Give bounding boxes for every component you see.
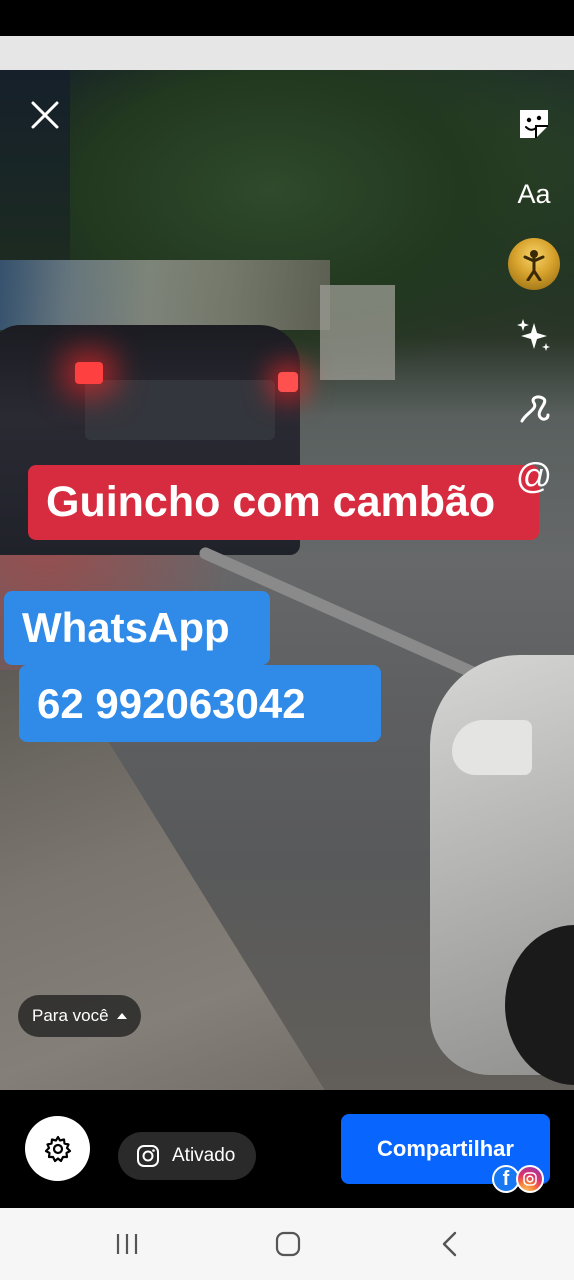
audience-selector[interactable]: Para você <box>18 995 141 1037</box>
story-photo <box>0 70 574 1090</box>
top-divider <box>0 36 574 70</box>
photo-wheel <box>505 925 574 1085</box>
photo-headlight <box>452 720 532 775</box>
sticker-button[interactable] <box>508 100 560 148</box>
avatar <box>508 238 560 290</box>
recent-apps-button[interactable] <box>97 1208 157 1280</box>
caret-up-icon <box>116 1013 127 1019</box>
share-destinations: f <box>492 1165 548 1195</box>
settings-button[interactable] <box>25 1116 90 1181</box>
back-icon <box>442 1231 457 1257</box>
system-nav-bar <box>0 1208 574 1280</box>
squiggle-icon <box>520 395 550 423</box>
recent-apps-icon <box>116 1234 138 1254</box>
photo-taillight-right <box>278 372 298 392</box>
instagram-share-toggle[interactable]: Ativado <box>118 1132 256 1180</box>
home-button[interactable] <box>258 1208 318 1280</box>
text-button[interactable]: Aa <box>508 170 560 218</box>
photo-rear-window <box>85 380 275 440</box>
gear-icon <box>44 1135 71 1162</box>
effects-button[interactable] <box>508 312 560 360</box>
instagram-badge-icon <box>516 1165 544 1193</box>
share-button-label: Compartilhar <box>377 1136 514 1161</box>
home-icon <box>275 1231 301 1257</box>
facebook-letter: f <box>502 1168 510 1190</box>
sparkle-icon <box>517 319 550 351</box>
text-icon: Aa <box>517 178 551 209</box>
instagram-toggle-label: Ativado <box>172 1145 236 1166</box>
audience-label: Para você <box>32 1006 109 1025</box>
avatar-button[interactable] <box>508 238 560 290</box>
mention-icon: @ <box>515 455 553 496</box>
photo-wall <box>0 260 330 330</box>
caption-phone[interactable]: 62 992063042 <box>19 665 381 742</box>
instagram-icon <box>137 1145 159 1167</box>
back-button[interactable] <box>420 1208 480 1280</box>
caption-title[interactable]: Guincho com cambão <box>28 465 539 540</box>
status-bar <box>0 0 574 36</box>
close-icon <box>31 101 59 129</box>
photo-taillight-left <box>75 362 103 384</box>
caption-whatsapp[interactable]: WhatsApp <box>4 591 270 665</box>
avatar-figure <box>523 250 545 281</box>
photo-towed-car <box>430 655 574 1085</box>
instagram-glyph <box>523 1172 537 1186</box>
photo-pillar <box>320 285 395 380</box>
close-button[interactable] <box>22 92 68 138</box>
mention-button[interactable]: @ <box>508 452 560 500</box>
draw-button[interactable] <box>508 385 560 433</box>
sticker-icon <box>520 110 548 138</box>
